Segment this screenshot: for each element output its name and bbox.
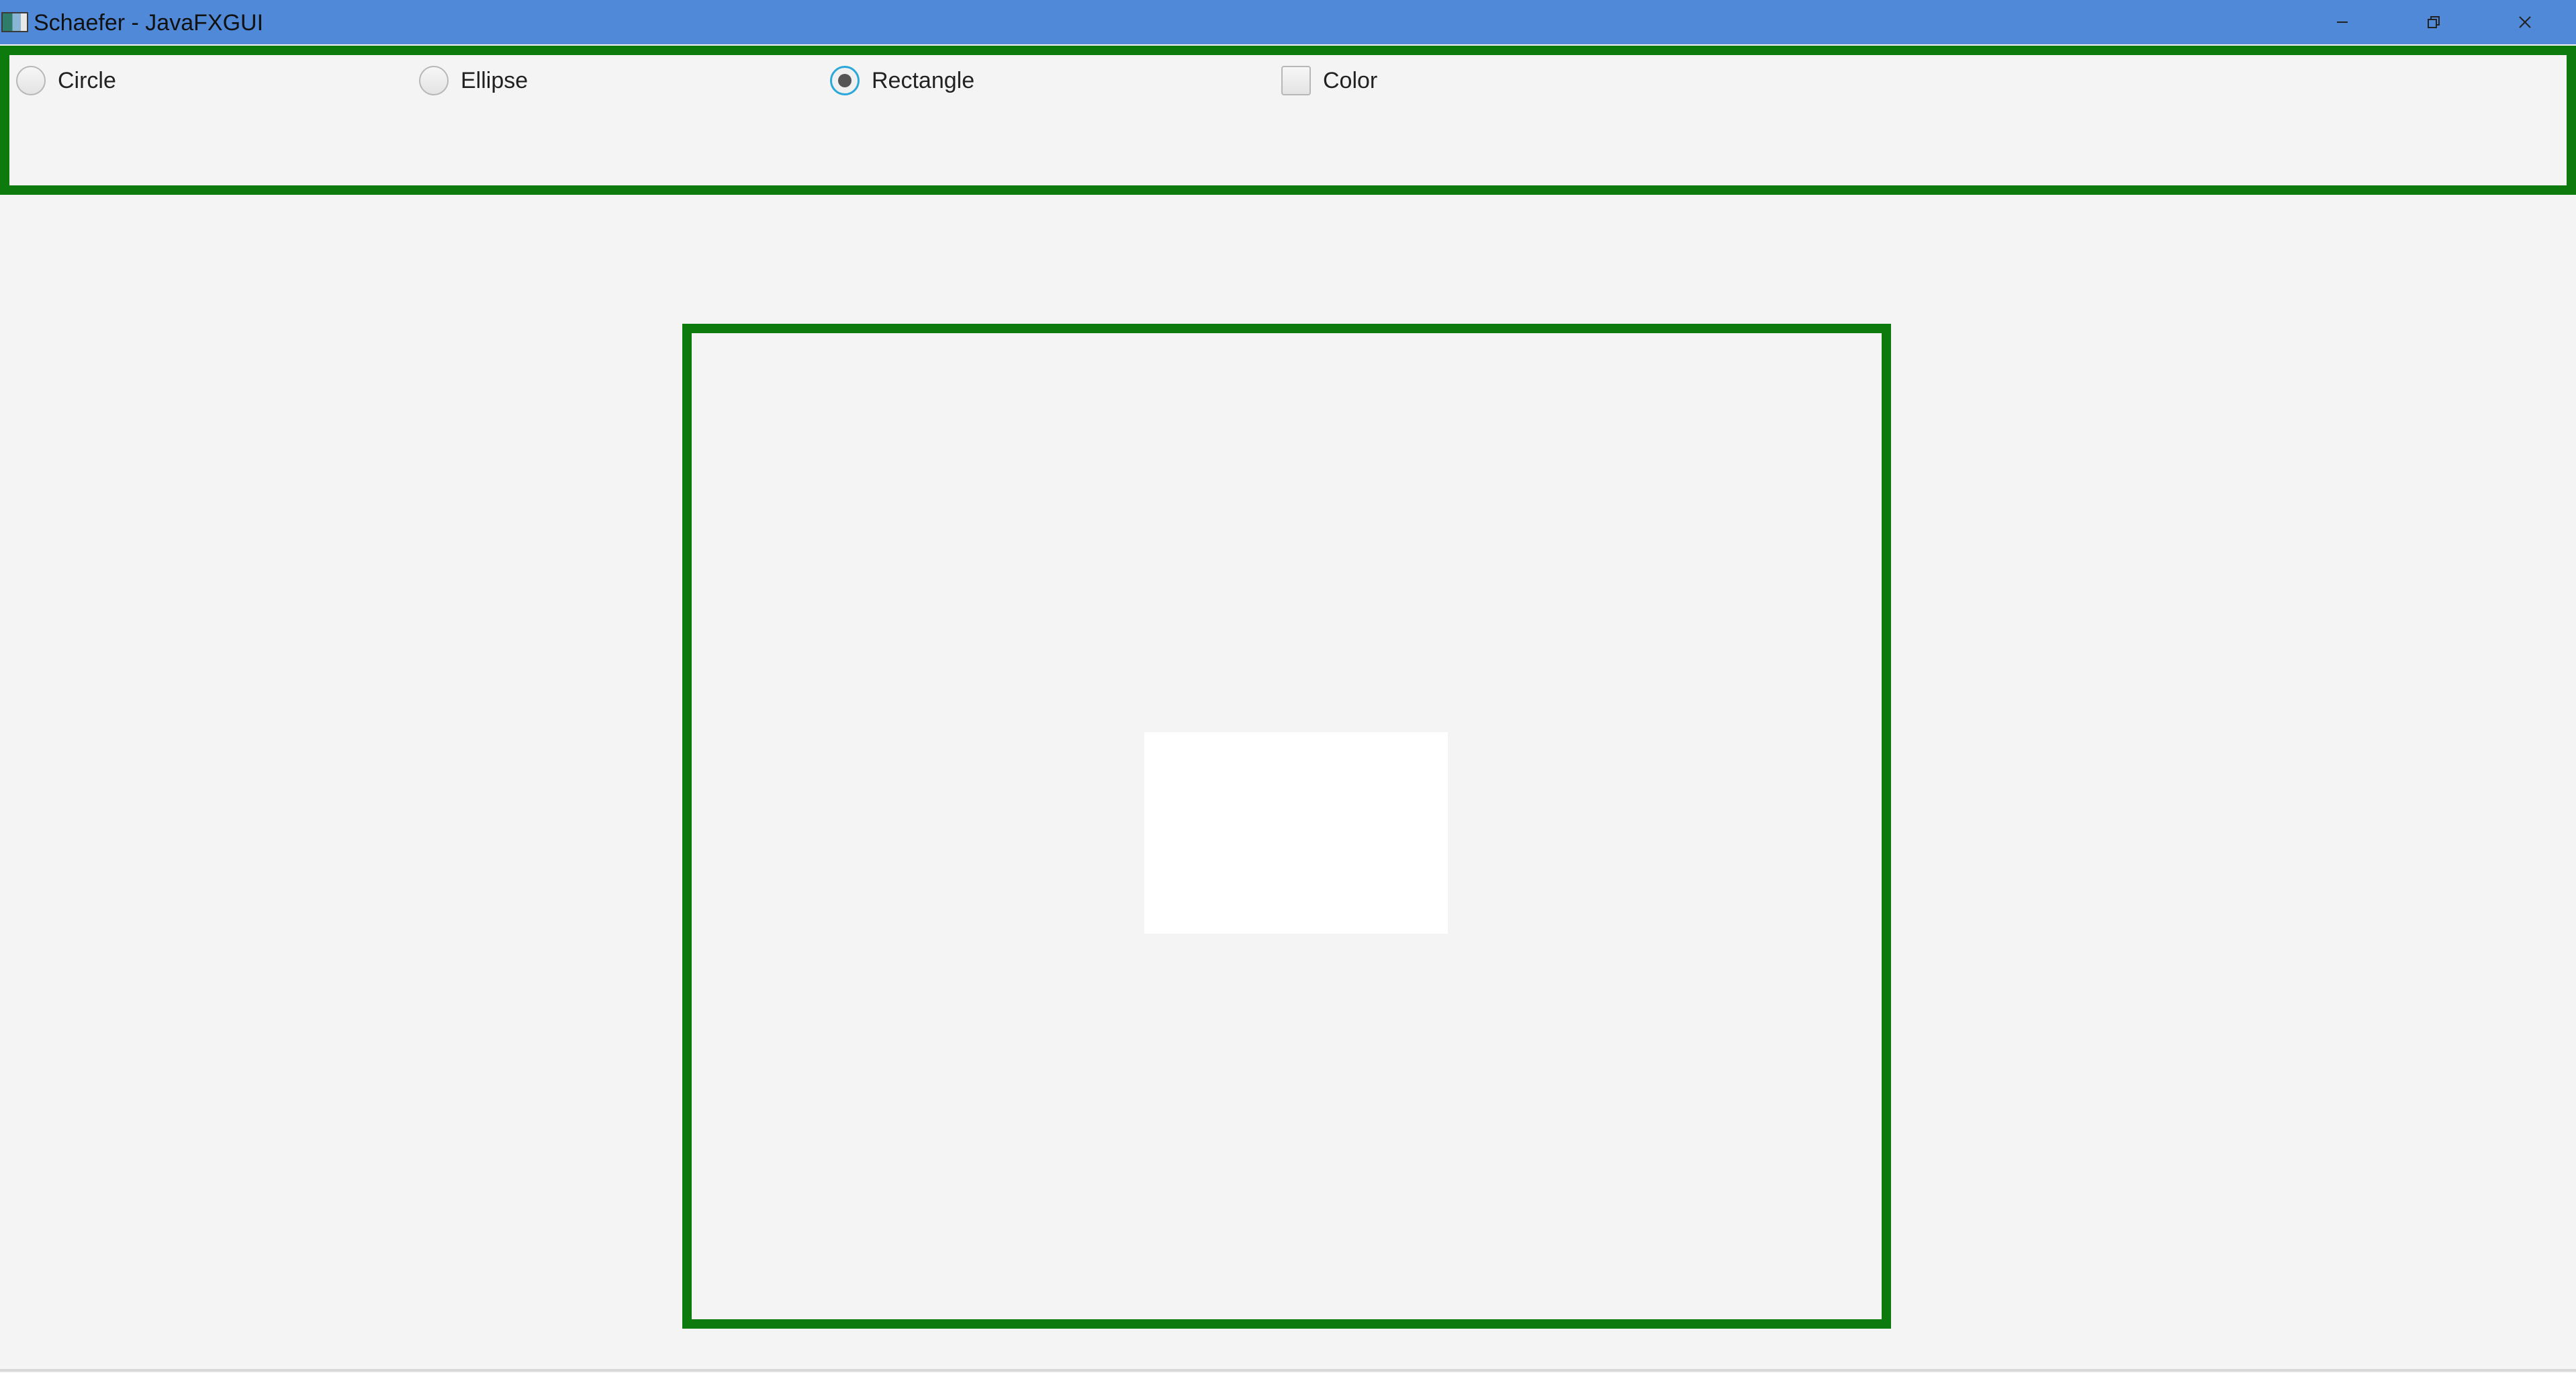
close-icon — [2519, 16, 2531, 28]
circle-option[interactable]: Circle — [16, 64, 116, 97]
minimize-icon — [2337, 21, 2348, 23]
app-icon — [1, 12, 28, 32]
restore-button[interactable] — [2388, 0, 2479, 44]
color-checkbox[interactable] — [1281, 66, 1311, 95]
close-button[interactable] — [2479, 0, 2571, 44]
drawn-rectangle — [1144, 732, 1448, 934]
ellipse-label: Ellipse — [461, 67, 528, 93]
rectangle-option[interactable]: Rectangle — [830, 64, 974, 97]
rectangle-radio[interactable] — [830, 66, 860, 95]
app-window: Schaefer - JavaFXGUI Circle Ellipse Rect… — [0, 0, 2576, 1373]
restore-icon — [2428, 16, 2440, 28]
rectangle-label: Rectangle — [872, 67, 975, 93]
window-title: Schaefer - JavaFXGUI — [34, 10, 264, 36]
title-bar[interactable]: Schaefer - JavaFXGUI — [0, 0, 2576, 44]
circle-label: Circle — [58, 67, 116, 93]
minimize-button[interactable] — [2297, 0, 2388, 44]
color-label: Color — [1323, 67, 1378, 93]
drawing-canvas[interactable] — [682, 324, 1891, 1329]
shape-options-bar: Circle Ellipse Rectangle Color — [0, 46, 2576, 195]
circle-radio[interactable] — [16, 66, 46, 95]
window-bottom-edge — [0, 1369, 2576, 1372]
color-option[interactable]: Color — [1281, 64, 1377, 97]
ellipse-radio[interactable] — [419, 66, 449, 95]
ellipse-option[interactable]: Ellipse — [419, 64, 528, 97]
